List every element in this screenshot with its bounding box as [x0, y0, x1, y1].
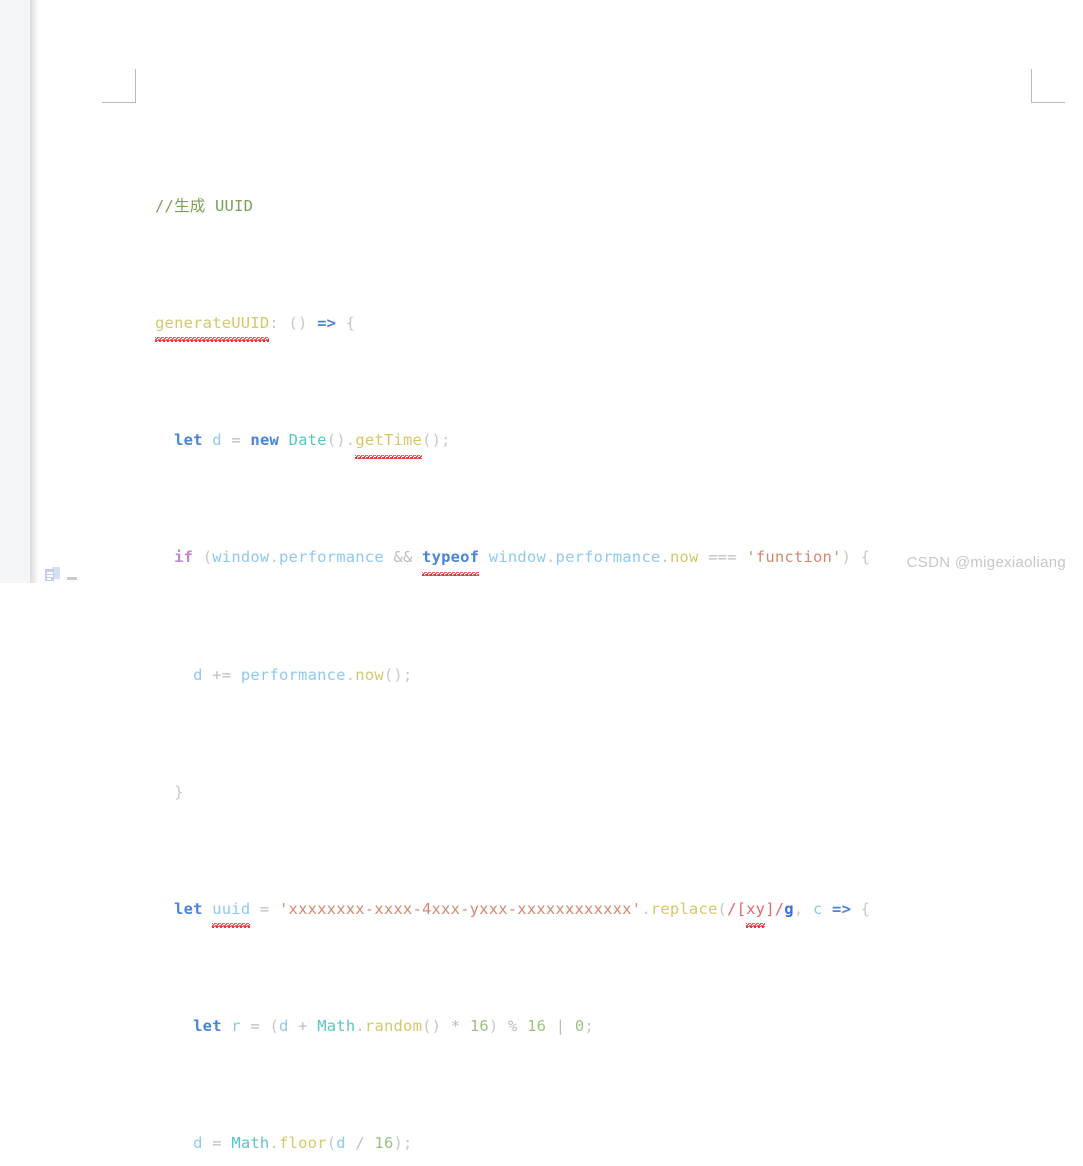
token-uuid: uuid [212, 895, 251, 929]
token-getTime: getTime [355, 426, 422, 460]
token-generateUUID: generateUUID [155, 309, 270, 343]
document-icon-dash [67, 577, 77, 580]
code-comment: //生成 UUID [155, 196, 254, 215]
code-line-4: if (window.performance && typeof window.… [155, 543, 870, 577]
editor-left-gutter-band [0, 0, 30, 583]
code-line-8: let r = (d + Math.random() * 16) % 16 | … [193, 1017, 594, 1036]
page-crop-mark-left [102, 69, 136, 103]
watermark-text: CSDN @migexiaoliang [906, 554, 1066, 571]
code-line-2: generateUUID: () => { [155, 309, 870, 343]
page-document-icon[interactable] [45, 567, 61, 582]
code-line-7: let uuid = 'xxxxxxxx-xxxx-4xxx-yxxx-xxxx… [155, 895, 870, 929]
code-line-3: let d = new Date().getTime(); [155, 426, 870, 460]
token-xy: xy [746, 895, 766, 929]
page-crop-mark-right [1031, 69, 1065, 103]
code-line-5: d += performance.now(); [193, 665, 413, 684]
token-typeof: typeof [422, 543, 480, 577]
code-line-9: d = Math.floor(d / 16); [193, 1134, 413, 1153]
code-block[interactable]: //生成 UUID generateUUID: () => { let d = … [155, 104, 870, 1166]
code-line-1: //生成 UUID [155, 192, 870, 221]
editor-gutter-shadow [30, 0, 39, 583]
code-line-6: } [174, 782, 184, 801]
